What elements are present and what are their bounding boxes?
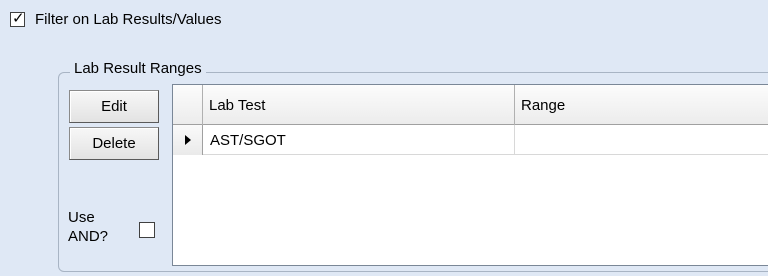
cell-range[interactable] xyxy=(515,125,768,155)
delete-button[interactable]: Delete xyxy=(69,127,159,160)
grid-header: Lab Test Range xyxy=(173,85,768,125)
current-row-arrow-icon xyxy=(184,135,191,145)
edit-button[interactable]: Edit xyxy=(69,90,159,123)
use-and-label-line2: AND? xyxy=(68,228,109,245)
cell-lab-test[interactable]: AST/SGOT xyxy=(203,125,515,155)
table-row[interactable]: AST/SGOT xyxy=(173,125,768,155)
column-header-lab-test[interactable]: Lab Test xyxy=(203,85,515,125)
lab-result-ranges-title: Lab Result Ranges xyxy=(70,60,206,77)
row-selector[interactable] xyxy=(173,125,203,155)
filter-lab-results-row[interactable]: Filter on Lab Results/Values xyxy=(10,8,221,30)
filter-lab-results-checkbox[interactable] xyxy=(10,9,25,27)
use-and-checkbox[interactable] xyxy=(139,222,155,238)
column-header-range[interactable]: Range xyxy=(515,85,768,125)
grid-corner-cell[interactable] xyxy=(173,85,203,125)
use-and-label: Use AND? xyxy=(68,208,108,246)
filter-lab-results-label: Filter on Lab Results/Values xyxy=(35,10,222,28)
lab-results-grid[interactable]: Lab Test Range AST/SGOT xyxy=(172,84,768,266)
use-and-label-line1: Use xyxy=(68,209,95,226)
